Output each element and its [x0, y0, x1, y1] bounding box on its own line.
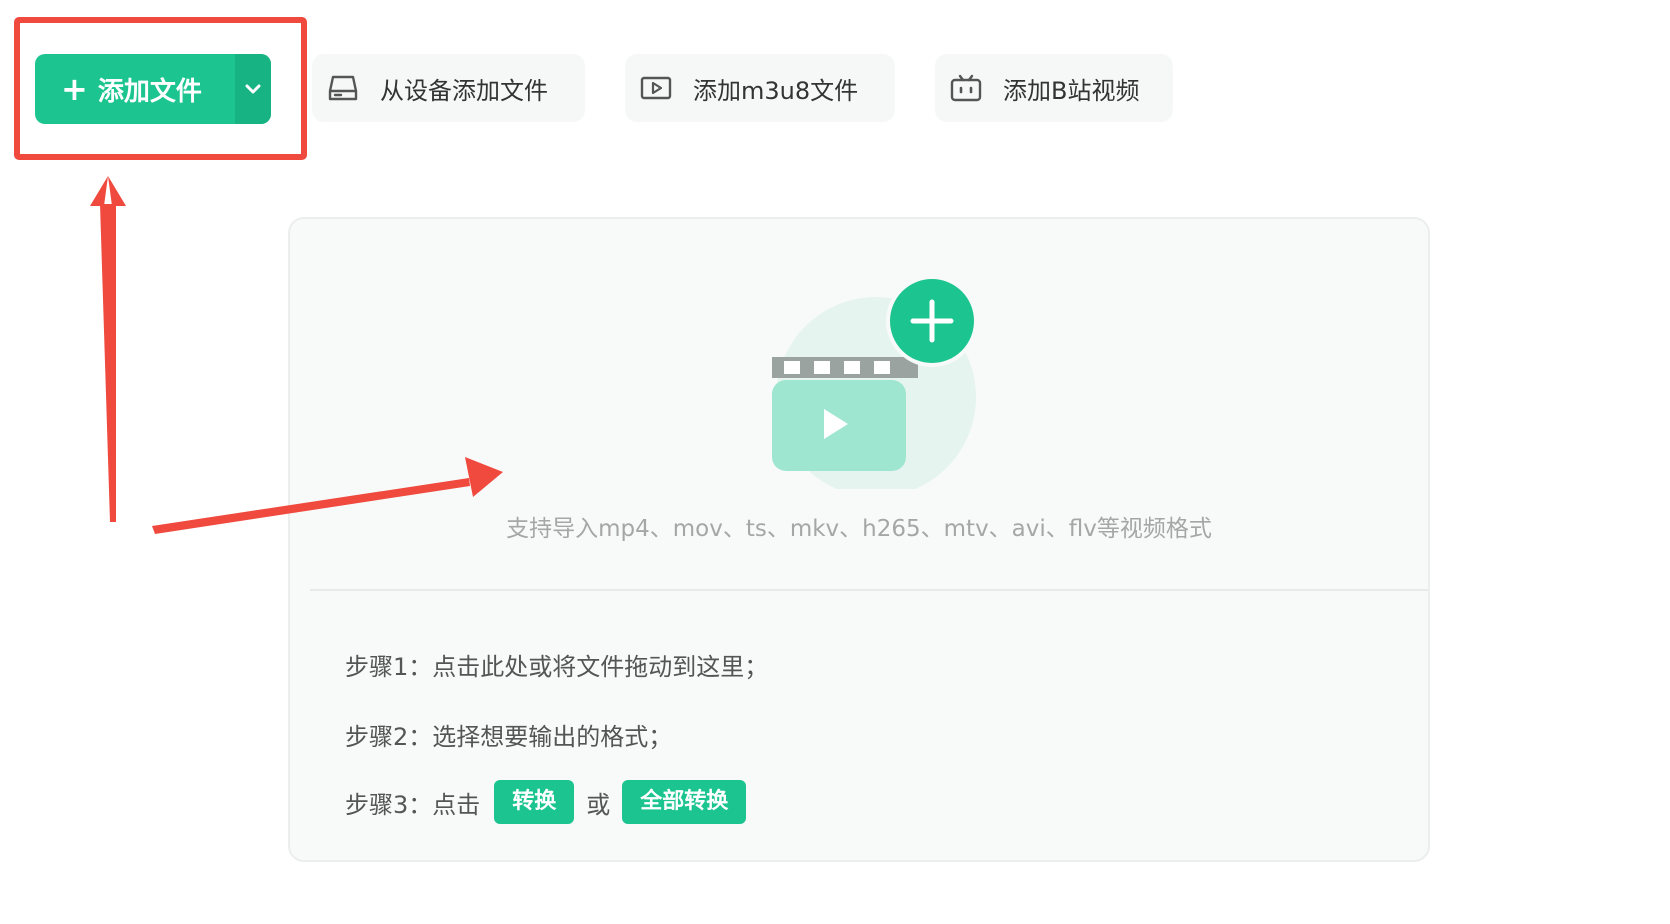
add-from-device-button[interactable]: 从设备添加文件 [312, 54, 585, 122]
step-1-text: 步骤1：点击此处或将文件拖动到这里； [345, 647, 768, 682]
add-bilibili-button[interactable]: 添加B站视频 [935, 54, 1173, 122]
step-2-label: 步骤2：选择想要输出的格式； [345, 723, 673, 751]
annotation-highlight-box [14, 17, 307, 160]
add-m3u8-label: 添加m3u8文件 [693, 76, 859, 105]
file-drop-zone[interactable]: 支持导入mp4、mov、ts、mkv、h265、mtv、avi、flv等视频格式… [288, 217, 1430, 862]
add-m3u8-button[interactable]: 添加m3u8文件 [625, 54, 895, 122]
video-play-icon [639, 71, 673, 105]
video-add-illustration [772, 275, 978, 489]
step-2-text: 步骤2：选择想要输出的格式； [345, 717, 672, 752]
converter-page: + 添加文件 从设备添加文件 添加m3u8文件 添加B站视频 支持导入mp4、m… [0, 0, 1670, 924]
step-3-label: 步骤3：点击 [345, 790, 481, 819]
bilibili-tv-icon [949, 71, 983, 105]
convert-all-chip: 全部转换 [622, 780, 747, 824]
add-bilibili-label: 添加B站视频 [1003, 76, 1140, 105]
supported-formats-hint: 支持导入mp4、mov、ts、mkv、h265、mtv、avi、flv等视频格式 [506, 516, 1212, 542]
convert-chip: 转换 [494, 780, 575, 824]
annotation-arrow-up [90, 176, 126, 522]
step-3-text: 步骤3：点击 转换 或 全部转换 [345, 780, 747, 824]
add-from-device-label: 从设备添加文件 [380, 76, 548, 105]
dropzone-divider [310, 589, 1428, 591]
hard-drive-icon [326, 71, 360, 105]
step-1-label: 步骤1：点击此处或将文件拖动到这里； [345, 653, 769, 681]
or-text: 或 [586, 790, 611, 819]
